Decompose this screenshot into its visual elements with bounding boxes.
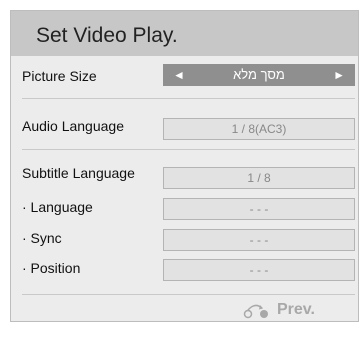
picture-size-selector[interactable]: ◄ מסך מלא ► <box>163 64 355 86</box>
prev-label: Prev. <box>277 301 315 319</box>
panel-header: Set Video Play. <box>11 11 358 56</box>
subtitle-language-value[interactable]: 1 / 8 <box>163 167 355 189</box>
picture-size-value: מסך מלא <box>233 67 285 82</box>
divider <box>22 294 355 295</box>
panel-title: Set Video Play. <box>36 24 178 47</box>
audio-language-value[interactable]: 1 / 8(AC3) <box>163 118 355 140</box>
subtitle-language-label: Subtitle Language <box>22 165 135 181</box>
audio-language-label: Audio Language <box>22 118 124 134</box>
sync-value[interactable]: - - - <box>163 229 355 251</box>
arrow-left-icon[interactable]: ◄ <box>173 64 185 86</box>
video-play-settings-panel: Set Video Play. Picture Size ◄ מסך מלא ►… <box>10 10 359 322</box>
position-value[interactable]: - - - <box>163 259 355 281</box>
arrow-right-icon[interactable]: ► <box>333 64 345 86</box>
picture-size-label: Picture Size <box>22 68 97 84</box>
prev-button[interactable]: Prev. <box>243 301 315 319</box>
language-label: · Language <box>22 199 93 215</box>
sync-label: · Sync <box>22 230 62 246</box>
language-value[interactable]: - - - <box>163 198 355 220</box>
back-remote-icon <box>243 304 268 319</box>
divider <box>22 98 355 99</box>
divider <box>22 149 355 150</box>
position-label: · Position <box>22 260 81 276</box>
